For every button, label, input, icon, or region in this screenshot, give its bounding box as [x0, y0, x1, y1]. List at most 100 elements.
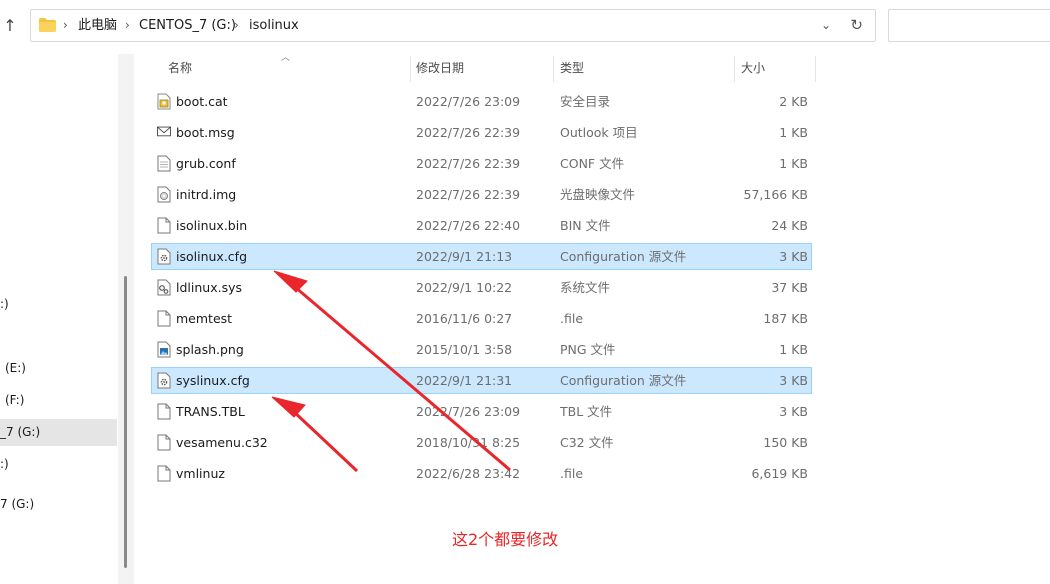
file-date: 2022/9/1 21:13 — [416, 249, 513, 264]
breadcrumb-folder[interactable]: isolinux — [249, 10, 299, 41]
file-row[interactable]: TRANS.TBL 2022/7/26 23:09 TBL 文件 3 KB — [151, 398, 812, 425]
file-row[interactable]: vmlinuz 2022/6/28 23:42 .file 6,619 KB — [151, 460, 812, 487]
file-date: 2022/9/1 10:22 — [416, 280, 513, 295]
file-type: .file — [560, 311, 584, 326]
blank-file-icon — [157, 217, 171, 234]
up-arrow-icon[interactable]: ↑ — [0, 14, 20, 38]
column-divider[interactable] — [734, 56, 735, 82]
breadcrumb-drive[interactable]: CENTOS_7 (G:) — [139, 10, 236, 41]
address-bar[interactable]: › 此电脑 › CENTOS_7 (G:) › isolinux ⌄ ↻ — [30, 9, 876, 42]
file-type: PNG 文件 — [560, 342, 616, 357]
column-divider[interactable] — [553, 56, 554, 82]
column-header-date[interactable]: 修改日期 — [416, 54, 464, 82]
column-divider[interactable] — [815, 56, 816, 82]
file-type: Configuration 源文件 — [560, 249, 687, 264]
refresh-icon[interactable]: ↻ — [850, 10, 863, 41]
file-row[interactable]: syslinux.cfg 2022/9/1 21:31 Configuration … — [151, 367, 812, 394]
nav-item-drive-g[interactable]: _7 (G:) — [0, 419, 40, 445]
nav-item-drive-f[interactable]: (F:) — [5, 387, 24, 413]
file-type: TBL 文件 — [560, 404, 613, 419]
file-name: vesamenu.c32 — [176, 435, 268, 450]
file-row[interactable]: isolinux.bin 2022/7/26 22:40 BIN 文件 24 KB — [151, 212, 812, 239]
file-date: 2016/11/6 0:27 — [416, 311, 513, 326]
file-name: initrd.img — [176, 187, 237, 202]
file-size: 187 KB — [763, 311, 808, 326]
file-type: .file — [560, 466, 584, 481]
file-size: 3 KB — [779, 373, 808, 388]
breadcrumb-this-pc[interactable]: 此电脑 — [78, 10, 117, 41]
file-row[interactable]: initrd.img 2022/7/26 22:39 光盘映像文件 57,166 KB — [151, 181, 812, 208]
file-date: 2022/9/1 21:31 — [416, 373, 513, 388]
file-type: 系统文件 — [560, 280, 611, 295]
file-date: 2018/10/31 8:25 — [416, 435, 521, 450]
file-name: splash.png — [176, 342, 244, 357]
file-date: 2022/7/26 22:40 — [416, 218, 521, 233]
file-date: 2022/6/28 23:42 — [416, 466, 521, 481]
file-type: Outlook 项目 — [560, 125, 638, 140]
file-row[interactable]: isolinux.cfg 2022/9/1 21:13 Configuration … — [151, 243, 812, 270]
file-size: 6,619 KB — [751, 466, 808, 481]
file-date: 2022/7/26 23:09 — [416, 404, 521, 419]
nav-item-drive[interactable]: :) — [0, 451, 9, 477]
nav-item-drive-g-alt[interactable]: 7 (G:) — [0, 491, 34, 517]
file-row[interactable]: ldlinux.sys 2022/9/1 10:22 系统文件 37 KB — [151, 274, 812, 301]
chevron-right-icon[interactable]: › — [63, 10, 68, 41]
security-catalog-icon — [157, 93, 171, 110]
blank-file-icon — [157, 465, 171, 482]
file-date: 2022/7/26 22:39 — [416, 156, 521, 171]
image-file-icon — [157, 341, 171, 358]
file-type: 安全目录 — [560, 94, 611, 109]
blank-file-icon — [157, 310, 171, 327]
chevron-down-icon[interactable]: ⌄ — [821, 10, 831, 41]
file-date: 2022/7/26 22:39 — [416, 187, 521, 202]
file-name: ldlinux.sys — [176, 280, 242, 295]
nav-scrollbar-thumb[interactable] — [124, 276, 127, 568]
file-name: vmlinuz — [176, 466, 225, 481]
file-type: CONF 文件 — [560, 156, 625, 171]
file-row[interactable]: boot.msg 2022/7/26 22:39 Outlook 项目 1 KB — [151, 119, 812, 146]
file-size: 1 KB — [779, 156, 808, 171]
file-type: C32 文件 — [560, 435, 614, 450]
chevron-right-icon[interactable]: › — [125, 10, 130, 41]
file-size: 37 KB — [771, 280, 808, 295]
file-size: 3 KB — [779, 404, 808, 419]
file-name: boot.msg — [176, 125, 235, 140]
column-header-size[interactable]: 大小 — [741, 54, 765, 82]
nav-item-drive[interactable]: :) — [0, 291, 9, 317]
file-row[interactable]: memtest 2016/11/6 0:27 .file 187 KB — [151, 305, 812, 332]
file-name: isolinux.cfg — [176, 249, 248, 264]
mail-icon — [157, 124, 171, 141]
column-header-type[interactable]: 类型 — [560, 54, 584, 82]
file-size: 1 KB — [779, 125, 808, 140]
folder-icon — [39, 18, 56, 32]
file-name: isolinux.bin — [176, 218, 248, 233]
file-row[interactable]: vesamenu.c32 2018/10/31 8:25 C32 文件 150 KB — [151, 429, 812, 456]
column-header-name[interactable]: 名称 — [168, 54, 192, 82]
file-row[interactable]: splash.png 2015/10/1 3:58 PNG 文件 1 KB — [151, 336, 812, 363]
file-size: 57,166 KB — [743, 187, 808, 202]
blank-file-icon — [157, 403, 171, 420]
nav-item-drive-e[interactable]: (E:) — [5, 355, 26, 381]
file-date: 2015/10/1 3:58 — [416, 342, 513, 357]
search-input[interactable] — [888, 9, 1050, 42]
file-row[interactable]: grub.conf 2022/7/26 22:39 CONF 文件 1 KB — [151, 150, 812, 177]
file-size: 3 KB — [779, 249, 808, 264]
file-size: 24 KB — [771, 218, 808, 233]
config-file-icon — [157, 248, 171, 265]
blank-file-icon — [157, 434, 171, 451]
file-row[interactable]: boot.cat 2022/7/26 23:09 安全目录 2 KB — [151, 88, 812, 115]
file-name: syslinux.cfg — [176, 373, 250, 388]
file-type: Configuration 源文件 — [560, 373, 687, 388]
column-divider[interactable] — [410, 56, 411, 82]
file-date: 2022/7/26 23:09 — [416, 94, 521, 109]
file-type: BIN 文件 — [560, 218, 611, 233]
sort-ascending-icon: ︿ — [281, 53, 291, 63]
text-file-icon — [157, 155, 171, 172]
file-size: 2 KB — [779, 94, 808, 109]
chevron-right-icon[interactable]: › — [234, 10, 239, 41]
file-name: grub.conf — [176, 156, 236, 171]
file-name: memtest — [176, 311, 233, 326]
file-name: TRANS.TBL — [176, 404, 245, 419]
config-file-icon — [157, 372, 171, 389]
system-file-icon — [157, 279, 171, 296]
